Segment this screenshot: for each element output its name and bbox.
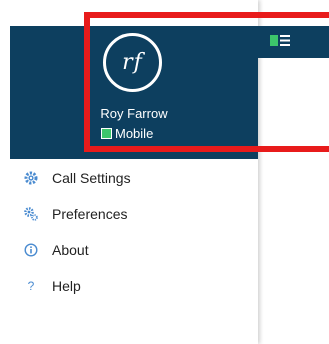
menu-item-call-settings[interactable]: Call Settings	[0, 160, 258, 196]
presence-indicator-icon	[101, 128, 112, 139]
profile-header: rf Roy Farrow Mobile	[10, 26, 258, 159]
menu-item-label: Help	[52, 278, 81, 294]
navigation-drawer: rf Roy Farrow Mobile Call Settings Prefe…	[0, 0, 258, 344]
avatar[interactable]: rf	[103, 33, 162, 92]
menu-item-label: Call Settings	[52, 170, 131, 186]
main-header-bar	[258, 26, 329, 58]
menu-item-about[interactable]: About	[0, 232, 258, 268]
info-icon	[24, 243, 38, 257]
avatar-initials: rf	[122, 50, 143, 75]
menu-item-label: About	[52, 242, 89, 258]
gears-icon	[24, 207, 38, 221]
menu-item-preferences[interactable]: Preferences	[0, 196, 258, 232]
presence-label: Mobile	[115, 126, 154, 141]
gear-icon	[24, 171, 38, 185]
menu-toggle-icon[interactable]	[270, 33, 292, 49]
presence-status[interactable]: Mobile	[101, 126, 153, 141]
user-name: Roy Farrow	[100, 106, 168, 121]
menu-item-help[interactable]: ? Help	[0, 268, 258, 304]
drawer-menu: Call Settings Preferences About ? Help	[0, 160, 258, 304]
menu-item-label: Preferences	[52, 206, 128, 222]
question-icon: ?	[27, 279, 35, 293]
